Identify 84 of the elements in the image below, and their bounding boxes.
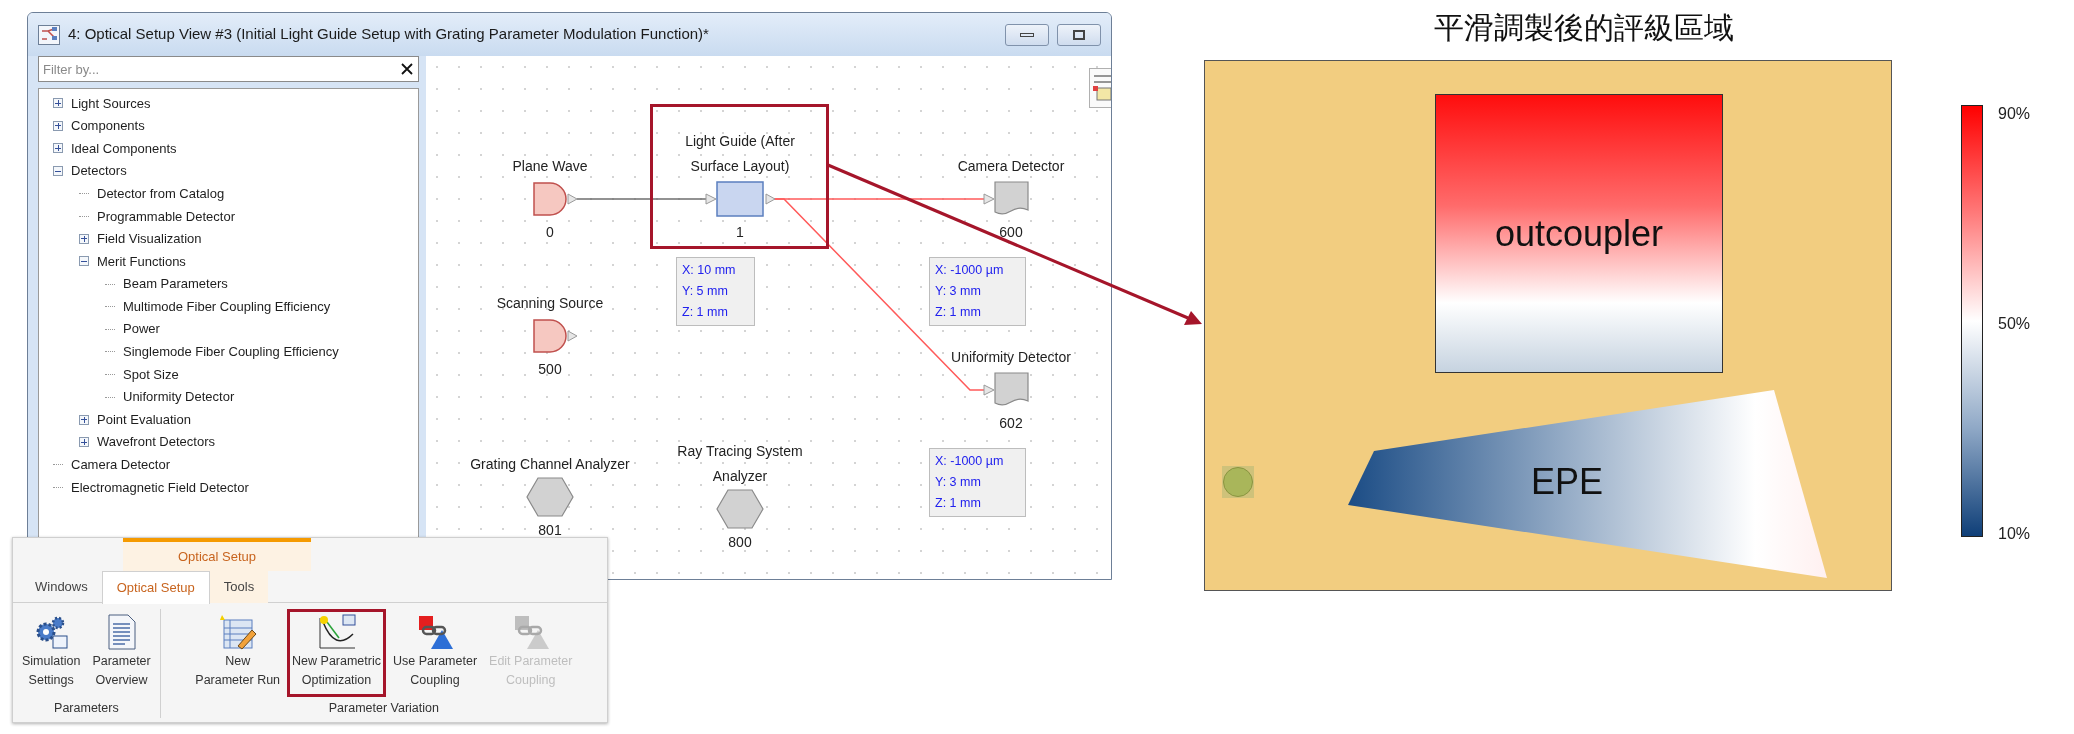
ribbon-button[interactable]: Parameter Overview bbox=[87, 609, 156, 698]
expand-toggle[interactable] bbox=[53, 120, 63, 131]
coordinate-text: X: -1000 µm bbox=[935, 262, 1005, 279]
tree-item[interactable]: Power bbox=[123, 319, 160, 339]
tree-item[interactable]: Components bbox=[71, 116, 145, 136]
tree-item[interactable]: Camera Detector bbox=[71, 455, 170, 475]
node-label: Camera Detector bbox=[956, 157, 1066, 176]
tree-item[interactable]: Point Evaluation bbox=[97, 409, 191, 430]
scale-label: 90% bbox=[1998, 104, 2031, 124]
window-title: 4: Optical Setup View #3 (Initial Light Guide Setup with Grating Parameter Modulation Function)* bbox=[68, 24, 710, 45]
ribbon-tab[interactable]: Optical Setup bbox=[101, 571, 210, 604]
tree-item[interactable]: Multimode Fiber Coupling Efficiency bbox=[123, 296, 331, 317]
group-label: Parameters bbox=[54, 700, 119, 718]
coordinate-text: Z: 1 mm bbox=[935, 495, 982, 512]
tree-item[interactable]: Spot Size bbox=[123, 364, 179, 385]
group-label: Parameter Variation bbox=[328, 700, 439, 718]
coordinate-text: Y: 5 mm bbox=[682, 283, 729, 300]
region-label: EPE bbox=[1531, 460, 1603, 504]
coordinate-text: X: -1000 µm bbox=[935, 453, 1005, 470]
tree-item[interactable]: Merit Functions bbox=[97, 251, 186, 272]
ribbon-tab[interactable]: Tools bbox=[209, 571, 269, 603]
tree-item[interactable]: Light Sources bbox=[71, 93, 151, 114]
coordinate-text: Y: 3 mm bbox=[935, 283, 982, 300]
coordinate-text: Z: 1 mm bbox=[935, 304, 982, 321]
source-node-icon[interactable] bbox=[533, 319, 577, 353]
node-number: 801 bbox=[538, 521, 562, 539]
coordinate-text: Y: 3 mm bbox=[935, 474, 982, 491]
circle-marker-icon bbox=[1222, 466, 1254, 498]
tree-item[interactable]: Beam Parameters bbox=[123, 274, 228, 294]
node-number: 602 bbox=[999, 414, 1023, 432]
node-label: Light Guide (After Surface Layout) bbox=[684, 132, 796, 176]
collapse-toggle[interactable] bbox=[53, 166, 63, 177]
list-icon[interactable] bbox=[1089, 68, 1111, 108]
ribbon-button[interactable]: Simulation Settings bbox=[17, 609, 86, 698]
expand-toggle[interactable] bbox=[53, 98, 63, 109]
tree-item[interactable]: Detectors bbox=[71, 161, 127, 181]
detector-node-icon[interactable] bbox=[994, 372, 1030, 408]
node-number: 800 bbox=[728, 533, 752, 551]
collapse-toggle[interactable] bbox=[79, 256, 89, 267]
ribbon-button[interactable]: Use Parameter Coupling bbox=[388, 609, 483, 698]
tree-item[interactable]: Singlemode Fiber Coupling Efficiency bbox=[123, 342, 339, 362]
diagram-icon bbox=[38, 24, 60, 45]
node-number: 0 bbox=[546, 223, 554, 241]
tree-item[interactable]: Field Visualization bbox=[97, 229, 202, 249]
tree-item[interactable]: Wavefront Detectors bbox=[97, 432, 215, 452]
tree-item[interactable]: Uniformity Detector bbox=[123, 387, 235, 407]
detector-node-icon[interactable] bbox=[994, 181, 1030, 217]
coordinate-text: X: 10 mm bbox=[682, 262, 737, 279]
tree-item[interactable]: Electromagnetic Field Detector bbox=[71, 477, 249, 498]
tree-item[interactable]: Ideal Components bbox=[71, 138, 177, 159]
expand-toggle[interactable] bbox=[79, 233, 89, 244]
source-node-icon[interactable] bbox=[533, 182, 577, 216]
node-label: Uniformity Detector bbox=[950, 348, 1072, 367]
minimize-button[interactable] bbox=[1005, 23, 1049, 46]
ribbon-tab[interactable]: Windows bbox=[21, 571, 102, 603]
hexagon-node-icon[interactable] bbox=[716, 489, 764, 529]
scale-label: 50% bbox=[1998, 314, 2031, 334]
curve-chart-icon bbox=[316, 614, 357, 650]
expand-toggle[interactable] bbox=[79, 437, 89, 448]
node-label: Scanning Source bbox=[495, 294, 605, 313]
filter-field[interactable]: Filter by... bbox=[38, 56, 419, 82]
hexagon-node-icon[interactable] bbox=[526, 477, 574, 517]
node-number: 1 bbox=[736, 223, 744, 241]
node-number: 500 bbox=[538, 360, 562, 378]
expand-toggle[interactable] bbox=[53, 143, 63, 154]
tree-item[interactable]: Programmable Detector bbox=[97, 206, 235, 226]
scale-label: 10% bbox=[1998, 524, 2031, 544]
expand-toggle[interactable] bbox=[79, 414, 89, 425]
figure-title: 平滑調製後的評級區域 bbox=[1433, 10, 1735, 46]
node-label: Grating Channel Analyzer bbox=[469, 455, 631, 474]
component-node-icon[interactable] bbox=[716, 181, 776, 217]
coordinate-text: Z: 1 mm bbox=[682, 304, 729, 321]
ribbon-button[interactable]: New Parametric Optimization bbox=[287, 609, 386, 698]
document-icon bbox=[106, 614, 137, 650]
node-label: Ray Tracing System Analyzer bbox=[676, 442, 804, 486]
region-label: outcoupler bbox=[1494, 211, 1664, 256]
node-label: Plane Wave bbox=[511, 157, 589, 176]
tree-item[interactable]: Detector from Catalog bbox=[97, 183, 225, 204]
context-label: Optical Setup bbox=[177, 547, 256, 566]
node-number: 600 bbox=[999, 223, 1023, 241]
ribbon-button[interactable]: New Parameter Run bbox=[190, 609, 286, 698]
table-pencil-icon bbox=[217, 614, 258, 650]
close-icon[interactable] bbox=[401, 63, 413, 75]
restore-button[interactable] bbox=[1057, 23, 1101, 46]
